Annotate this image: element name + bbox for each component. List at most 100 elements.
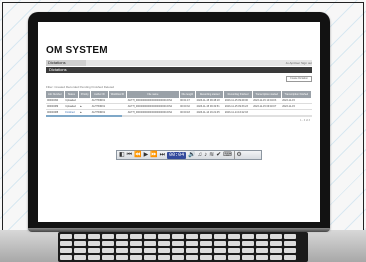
keyboard-key [214, 234, 226, 239]
column-header[interactable]: Recording finished [223, 91, 253, 98]
app-logo: OM SYSTEM [46, 45, 108, 56]
column-header[interactable]: Status [64, 91, 80, 98]
keyboard-key [172, 234, 184, 239]
keyboard-key [172, 241, 184, 246]
keyboard-key [102, 241, 114, 246]
keyboard-key [214, 248, 226, 253]
rewind-start-icon[interactable]: ⏮ [127, 151, 132, 160]
settings-icon[interactable]: ⚙ [236, 151, 241, 160]
keyboard-key [242, 234, 254, 239]
keyboard-key [270, 248, 282, 253]
create-dictation-button[interactable]: Create Dictation [286, 76, 312, 82]
column-header[interactable]: File length [179, 91, 197, 98]
keyboard-key [200, 255, 212, 260]
keyboard-key [242, 241, 254, 246]
column-header[interactable]: Recording started [195, 91, 225, 98]
keyboard-key [130, 241, 142, 246]
toolbar-separator [233, 151, 235, 159]
volume-icon[interactable]: 🔊 [188, 151, 195, 160]
keyboard-key [270, 234, 282, 239]
keyboard-key [228, 241, 240, 246]
keyboard-key [144, 255, 156, 260]
noise-filter-icon[interactable]: ≋ [209, 151, 214, 160]
keyboard-key [158, 255, 170, 260]
column-header[interactable]: File name [126, 91, 180, 98]
pagination: 1 - 3 of 3 [300, 119, 310, 122]
status-filters[interactable]: Filter: Created Recorded Pending Finishe… [46, 85, 114, 89]
dictations-table: Job Number Status Priority Author ID Workflo… [46, 91, 313, 116]
play-icon[interactable]: ▶ [144, 151, 149, 160]
keyboard-key [102, 234, 114, 239]
page-title: Dictations [46, 67, 312, 73]
keyboard-key [158, 241, 170, 246]
keyboard-key [256, 241, 268, 246]
table-header-row: Job Number Status Priority Author ID Workflo… [46, 91, 313, 98]
column-header[interactable]: Author ID [90, 91, 109, 98]
keyboard-key [158, 248, 170, 253]
keyboard-key [144, 248, 156, 253]
keyboard-key [228, 234, 240, 239]
keyboard-key [214, 241, 226, 246]
speaker-icon[interactable]: ◧ [119, 151, 125, 160]
dictation-player-toolbar: ◧ ⏮ ⏪ ▶ ⏩ ⏭ 00:04 🔊 ♫ ♪ ≋ ✔ ⌨ ⚙ [116, 150, 262, 160]
keyboard-key [228, 248, 240, 253]
column-header[interactable]: Transcription started [252, 91, 282, 98]
column-header[interactable]: Transcription finished [281, 91, 313, 98]
scrollbar-thumb[interactable] [46, 115, 122, 117]
keyboard-key [186, 255, 198, 260]
keyboard-key [88, 234, 100, 239]
keyboard-key [186, 234, 198, 239]
skip-end-icon[interactable]: ⏭ [160, 151, 165, 160]
keyboard-key [172, 248, 184, 253]
keyboard-key [88, 255, 100, 260]
keyboard-key [186, 241, 198, 246]
keyboard-key [144, 234, 156, 239]
rewind-icon[interactable]: ⏪ [134, 151, 141, 160]
keyboard-key [242, 248, 254, 253]
fast-forward-icon[interactable]: ⏩ [150, 151, 157, 160]
speed-icon[interactable]: ♫ [198, 151, 203, 160]
laptop-keyboard [58, 232, 308, 262]
keyboard-key [74, 248, 86, 253]
keyboard-key [116, 248, 128, 253]
keyboard-key [200, 241, 212, 246]
keyboard-key [60, 248, 72, 253]
column-header[interactable]: Priority [78, 91, 92, 98]
tone-icon[interactable]: ♪ [204, 151, 207, 160]
keyboard-key [256, 248, 268, 253]
keyboard-key [60, 255, 72, 260]
keyboard-key [130, 234, 142, 239]
keyboard-key [116, 234, 128, 239]
keyboard-key [284, 241, 296, 246]
keyboard-key [270, 255, 282, 260]
keyboard-key [200, 248, 212, 253]
column-header[interactable]: Job Number [46, 91, 65, 98]
keyboard-key [228, 255, 240, 260]
check-icon[interactable]: ✔ [216, 151, 221, 160]
playback-time: 00:04 [167, 151, 187, 159]
keyboard-key [102, 248, 114, 253]
user-links[interactable]: Jo ApiUser Sign out [286, 60, 312, 66]
keyboard-key [158, 234, 170, 239]
keyboard-key [284, 234, 296, 239]
keyboard-key [102, 255, 114, 260]
keyboard-key [270, 241, 282, 246]
keyboard-key [60, 234, 72, 239]
keyboard-key [144, 241, 156, 246]
keyboard-key [74, 241, 86, 246]
keyboard-key [88, 241, 100, 246]
keyboard-key [186, 248, 198, 253]
keyboard-key [60, 241, 72, 246]
column-header[interactable]: Workflow ID [108, 91, 128, 98]
keyboard-key [200, 234, 212, 239]
laptop-screen: OM SYSTEM Dictations Jo ApiUser Sign out… [38, 22, 320, 222]
keyboard-key [74, 255, 86, 260]
keyboard-key [88, 248, 100, 253]
keyboard-icon[interactable]: ⌨ [223, 151, 232, 160]
keyboard-key [284, 255, 296, 260]
tab-dictations[interactable]: Dictations [46, 60, 86, 66]
keyboard-key [172, 255, 184, 260]
keyboard-key [214, 255, 226, 260]
keyboard-key [130, 255, 142, 260]
keyboard-key [116, 255, 128, 260]
